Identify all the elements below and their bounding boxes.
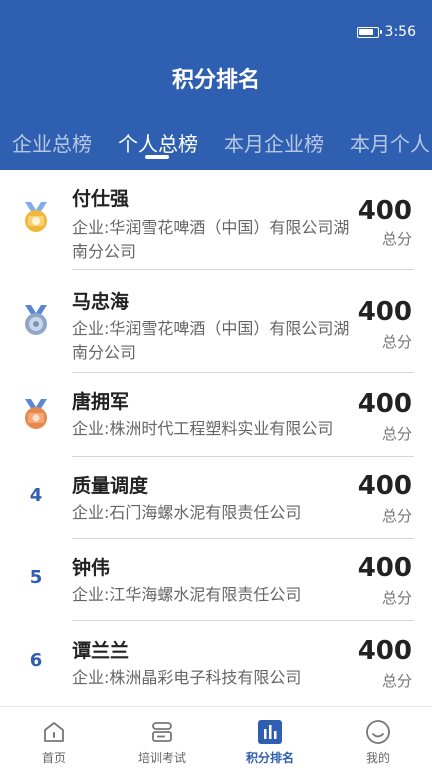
- score-label: 总分: [381, 333, 412, 351]
- score-value: 400: [357, 196, 412, 226]
- ranking-tabs: 企业总榜 个人总榜 本月企业榜 本月个人: [0, 128, 432, 170]
- rank-number: 5: [29, 567, 43, 588]
- tab-monthly-personal[interactable]: 本月个人: [350, 128, 430, 157]
- ranking-icon: [257, 719, 283, 745]
- ranking-row[interactable]: 付仕强 企业:华润雪花啤酒（中国）有限公司湖南分公司 400 总分: [0, 170, 432, 270]
- nav-profile-label: 我的: [365, 751, 390, 765]
- user-company: 企业:株洲晶彩电子科技有限公司: [72, 668, 302, 687]
- active-tab-indicator: [145, 155, 169, 159]
- tab-enterprise-total[interactable]: 企业总榜: [12, 128, 92, 157]
- nav-exam-label: 培训考试: [137, 751, 186, 765]
- ranking-row[interactable]: 5 钟伟 企业:江华海螺水泥有限责任公司 400 总分: [0, 539, 432, 621]
- nav-ranking-label: 积分排名: [245, 751, 294, 765]
- user-name: 谭兰兰: [72, 640, 130, 662]
- user-company: 企业:华润雪花啤酒（中国）有限公司湖南分公司: [72, 218, 350, 261]
- rank-number: 4: [29, 485, 43, 506]
- tab-monthly-enterprise[interactable]: 本月企业榜: [224, 128, 324, 157]
- status-bar: 3:56: [356, 24, 416, 40]
- ranking-row[interactable]: 唐拥军 企业:株洲时代工程塑料实业有限公司 400 总分: [0, 373, 432, 457]
- user-name: 付仕强: [72, 188, 130, 210]
- score-value: 400: [357, 471, 412, 501]
- score-value: 400: [357, 636, 412, 666]
- app-header: 3:56 积分排名 企业总榜 个人总榜 本月企业榜 本月个人: [0, 0, 432, 170]
- score-label: 总分: [381, 507, 412, 525]
- user-name: 质量调度: [72, 475, 149, 497]
- row-divider: [72, 620, 414, 621]
- row-divider: [72, 269, 414, 270]
- exam-icon: [149, 719, 175, 745]
- gold-medal-icon: [18, 198, 54, 238]
- ranking-row[interactable]: 马忠海 企业:华润雪花啤酒（中国）有限公司湖南分公司 400 总分: [0, 271, 432, 373]
- user-company: 企业:华润雪花啤酒（中国）有限公司湖南分公司: [72, 319, 350, 362]
- status-time: 3:56: [384, 24, 416, 40]
- score-value: 400: [357, 389, 412, 419]
- score-value: 400: [357, 553, 412, 583]
- bottom-navigation: 首页 培训考试 积分排名 我的: [0, 706, 432, 769]
- tab-personal-total[interactable]: 个人总榜: [118, 128, 198, 157]
- user-name: 钟伟: [72, 557, 111, 579]
- user-company: 企业:株洲时代工程塑料实业有限公司: [72, 419, 334, 438]
- nav-home-label: 首页: [41, 751, 66, 765]
- home-icon: [41, 719, 67, 745]
- ranking-row[interactable]: 6 谭兰兰 企业:株洲晶彩电子科技有限公司 400 总分: [0, 622, 432, 704]
- nav-exam[interactable]: 培训考试: [108, 713, 216, 766]
- score-value: 400: [357, 297, 412, 327]
- user-name: 马忠海: [72, 291, 130, 313]
- profile-icon: [365, 719, 391, 745]
- user-name: 唐拥军: [72, 391, 130, 413]
- page-title: 积分排名: [171, 68, 260, 93]
- score-label: 总分: [381, 589, 412, 607]
- battery-icon: [356, 26, 382, 38]
- score-label: 总分: [381, 425, 412, 443]
- nav-home[interactable]: 首页: [0, 713, 108, 766]
- user-company: 企业:江华海螺水泥有限责任公司: [72, 585, 302, 604]
- score-label: 总分: [381, 230, 412, 248]
- user-company: 企业:石门海螺水泥有限责任公司: [72, 503, 302, 522]
- ranking-row[interactable]: 4 质量调度 企业:石门海螺水泥有限责任公司 400 总分: [0, 457, 432, 539]
- nav-profile[interactable]: 我的: [324, 713, 432, 766]
- silver-medal-icon: [18, 301, 54, 341]
- bronze-medal-icon: [18, 395, 54, 435]
- score-label: 总分: [381, 672, 412, 690]
- rank-number: 6: [29, 650, 43, 671]
- nav-ranking[interactable]: 积分排名: [216, 713, 324, 766]
